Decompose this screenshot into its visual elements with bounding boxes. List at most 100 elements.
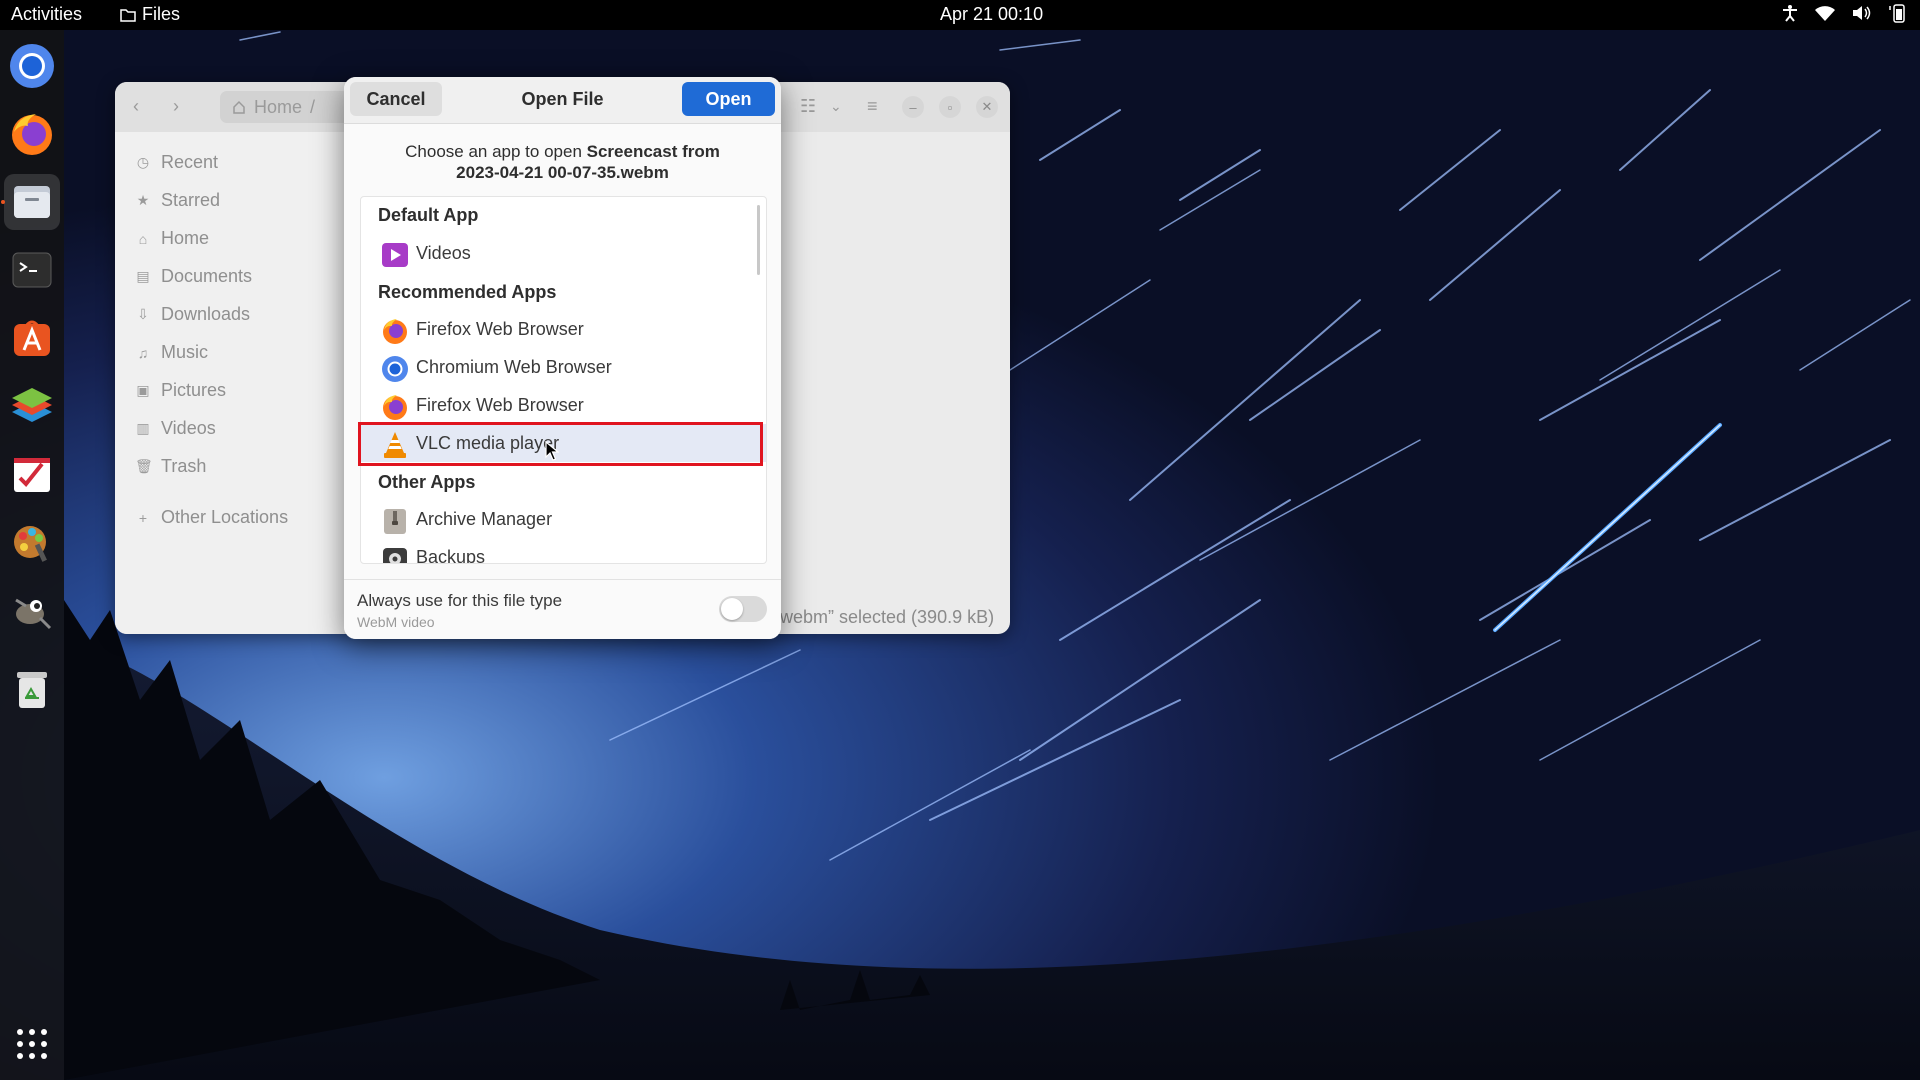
folder-icon xyxy=(120,8,136,22)
sidebar-item-home[interactable]: ⌂ Home xyxy=(135,228,209,249)
maximize-icon[interactable]: ▫ xyxy=(939,96,961,118)
home-icon xyxy=(233,100,245,114)
back-icon[interactable]: ‹ xyxy=(133,96,139,117)
terminal-icon xyxy=(12,252,52,288)
sidebar-item-label: Starred xyxy=(161,190,221,210)
videos-app-icon xyxy=(382,243,408,267)
top-bar: Activities Files Apr 21 00:10 xyxy=(0,0,1920,30)
chevron-down-icon[interactable]: ⌄ xyxy=(830,98,842,115)
app-name: Firefox Web Browser xyxy=(416,319,584,339)
section-other-apps: Other Apps xyxy=(378,472,476,492)
app-row-vlc[interactable]: VLC media player xyxy=(361,424,766,462)
sidebar-item-downloads[interactable]: ⇩ Downloads xyxy=(135,304,250,325)
music-icon: ♫ xyxy=(137,344,149,361)
always-use-label: Always use for this file type xyxy=(357,591,563,610)
prompt-filename-line2: 2023-04-21 00-07-35.webm xyxy=(456,163,669,182)
dock-layers[interactable] xyxy=(4,378,60,434)
sidebar-item-label: Other Locations xyxy=(161,507,289,527)
dialog-header: Open File Cancel Open xyxy=(344,77,781,124)
trash-icon: 🗑 xyxy=(135,458,153,474)
sidebar-item-label: Documents xyxy=(161,266,253,286)
app-menu[interactable]: Files xyxy=(120,4,180,25)
dialog-prompt: Choose an app to open Screencast from 20… xyxy=(364,141,761,183)
dock xyxy=(0,30,64,1080)
dialog-footer: Always use for this file type WebM video xyxy=(344,579,781,639)
view-list-icon[interactable]: ☷ xyxy=(800,96,816,117)
app-row-firefox[interactable]: Firefox Web Browser xyxy=(361,310,766,348)
firefox-icon xyxy=(383,395,407,420)
app-name: Backups xyxy=(416,547,486,564)
toggle-knob xyxy=(721,598,743,620)
always-use-toggle[interactable] xyxy=(719,596,767,622)
dock-checklist[interactable] xyxy=(4,446,60,502)
sidebar-item-pictures[interactable]: ▣ Pictures xyxy=(135,380,226,401)
app-name: Archive Manager xyxy=(416,509,553,529)
app-name: Firefox Web Browser xyxy=(416,395,584,415)
sidebar-item-trash[interactable]: 🗑 Trash xyxy=(135,456,206,477)
app-name: Chromium Web Browser xyxy=(416,357,612,377)
sidebar-item-starred[interactable]: ★ Starred xyxy=(135,190,220,211)
firefox-icon xyxy=(383,319,407,344)
app-row-backups[interactable]: Backups xyxy=(361,538,766,564)
sidebar-item-label: Recent xyxy=(161,152,219,172)
sidebar-item-music[interactable]: ♫ Music xyxy=(135,342,208,363)
sidebar-item-other-locations[interactable]: + Other Locations xyxy=(135,507,288,528)
sidebar-item-label: Home xyxy=(161,228,210,248)
chromium-icon xyxy=(10,44,54,88)
dock-terminal[interactable] xyxy=(4,242,60,298)
wifi-icon[interactable] xyxy=(1814,4,1836,22)
sidebar-item-documents[interactable]: ▤ Documents xyxy=(135,266,252,287)
list-scrollbar[interactable] xyxy=(757,205,760,275)
sidebar-item-label: Downloads xyxy=(161,304,251,324)
dock-show-apps[interactable] xyxy=(4,1016,60,1072)
dock-chromium[interactable] xyxy=(4,38,60,94)
activities-button[interactable]: Activities xyxy=(11,4,82,25)
cancel-button[interactable]: Cancel xyxy=(350,82,442,116)
section-recommended-apps: Recommended Apps xyxy=(378,282,557,302)
section-default-app: Default App xyxy=(378,205,479,225)
app-row-firefox-2[interactable]: Firefox Web Browser xyxy=(361,386,766,424)
home-icon: ⌂ xyxy=(138,230,148,247)
app-menu-label: Files xyxy=(142,4,181,24)
menu-icon[interactable]: ≡ xyxy=(867,96,878,117)
running-indicator xyxy=(1,200,5,204)
close-icon[interactable]: ✕ xyxy=(976,96,998,118)
path-home-label: Home xyxy=(254,96,303,117)
prompt-prefix: Choose an app to open xyxy=(405,142,587,161)
volume-icon[interactable] xyxy=(1852,4,1872,22)
software-center-icon xyxy=(14,320,50,356)
layers-icon xyxy=(12,388,52,422)
dock-files[interactable] xyxy=(4,174,60,230)
files-sidebar: ◷ Recent ★ Starred ⌂ Home ▤ Documents ⇩ … xyxy=(115,132,345,634)
sidebar-item-label: Trash xyxy=(161,456,207,476)
system-tray[interactable] xyxy=(1782,3,1906,23)
dock-paint[interactable] xyxy=(4,514,60,570)
app-row-chromium[interactable]: Chromium Web Browser xyxy=(361,348,766,386)
vlc-icon xyxy=(384,432,406,458)
videos-icon: ▥ xyxy=(136,420,150,436)
paint-icon xyxy=(14,526,47,562)
sidebar-item-label: Pictures xyxy=(161,380,227,400)
dock-trash[interactable] xyxy=(4,662,60,718)
app-list[interactable]: Default App Videos Recommended Apps Fire… xyxy=(360,196,767,564)
sidebar-item-recent[interactable]: ◷ Recent xyxy=(135,152,218,173)
dock-firefox[interactable] xyxy=(4,106,60,162)
sidebar-item-videos[interactable]: ▥ Videos xyxy=(135,418,215,439)
accessibility-icon[interactable] xyxy=(1782,4,1798,22)
dock-software[interactable] xyxy=(4,310,60,366)
app-row-archive-manager[interactable]: Archive Manager xyxy=(361,500,766,538)
forward-icon[interactable]: › xyxy=(173,96,179,117)
star-icon: ★ xyxy=(136,192,150,208)
open-button[interactable]: Open xyxy=(682,82,775,116)
gimp-icon xyxy=(15,598,52,630)
clock[interactable]: Apr 21 00:10 xyxy=(940,4,1043,25)
battery-icon[interactable] xyxy=(1888,3,1906,23)
minimize-icon[interactable]: – xyxy=(902,96,924,118)
file-type-label: WebM video xyxy=(357,614,435,630)
trash-icon xyxy=(17,672,47,708)
dock-gimp[interactable] xyxy=(4,582,60,638)
app-name: VLC media player xyxy=(416,433,560,453)
chromium-icon xyxy=(382,356,408,382)
app-row-videos[interactable]: Videos xyxy=(361,234,766,272)
document-icon: ▤ xyxy=(136,268,150,284)
